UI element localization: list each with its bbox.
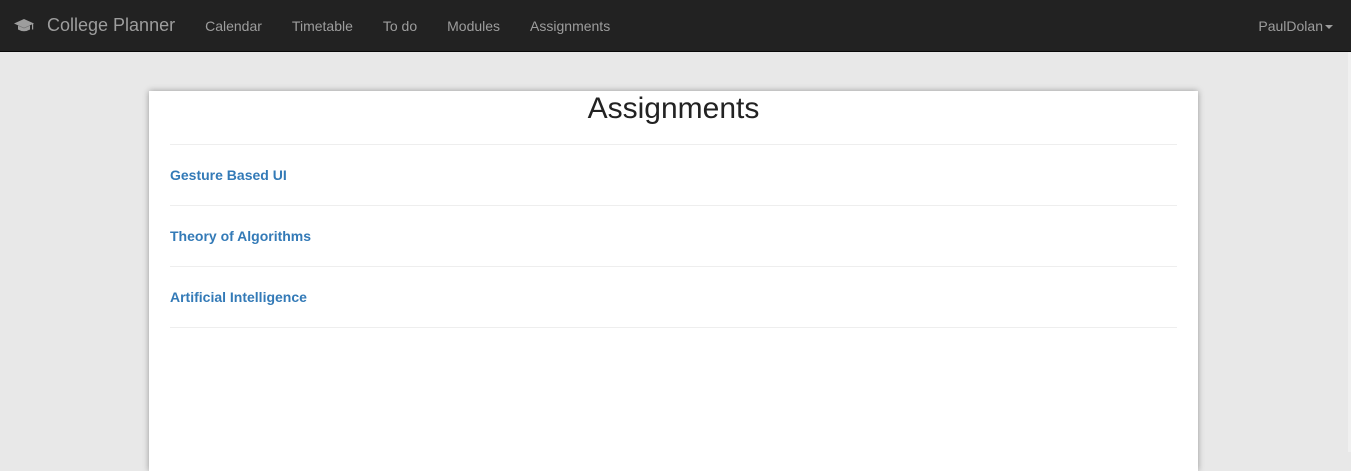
assignments-panel: Assignments Gesture Based UI Theory of A…: [149, 91, 1198, 471]
nav-item-assignments: Assignments: [515, 0, 625, 52]
nav-item-todo: To do: [368, 0, 432, 52]
graduation-cap-icon: [13, 18, 35, 34]
user-name: PaulDolan: [1258, 18, 1323, 34]
top-navbar: College Planner Calendar Timetable To do…: [0, 0, 1351, 52]
nav-item-calendar: Calendar: [190, 0, 277, 52]
main-nav: Calendar Timetable To do Modules Assignm…: [190, 0, 625, 52]
page-title: Assignments: [587, 92, 760, 125]
caret-down-icon: [1325, 25, 1333, 29]
list-item: Gesture Based UI: [170, 145, 1177, 206]
nav-link-calendar[interactable]: Calendar: [190, 0, 277, 52]
list-item: Artificial Intelligence: [170, 267, 1177, 328]
assignment-link-artificial-intelligence[interactable]: Artificial Intelligence: [170, 289, 307, 305]
assignment-list: Gesture Based UI Theory of Algorithms Ar…: [170, 144, 1177, 328]
nav-item-modules: Modules: [432, 0, 515, 52]
nav-link-todo[interactable]: To do: [368, 0, 432, 52]
brand-link[interactable]: College Planner: [0, 0, 190, 52]
nav-item-timetable: Timetable: [277, 0, 368, 52]
nav-link-assignments[interactable]: Assignments: [515, 0, 625, 52]
assignment-link-gesture-based-ui[interactable]: Gesture Based UI: [170, 167, 287, 183]
list-item: Theory of Algorithms: [170, 206, 1177, 267]
user-menu-toggle[interactable]: PaulDolan: [1258, 0, 1333, 52]
assignment-link-theory-of-algorithms[interactable]: Theory of Algorithms: [170, 228, 311, 244]
nav-link-modules[interactable]: Modules: [432, 0, 515, 52]
brand-name: College Planner: [47, 15, 176, 35]
nav-link-timetable[interactable]: Timetable: [277, 0, 368, 52]
